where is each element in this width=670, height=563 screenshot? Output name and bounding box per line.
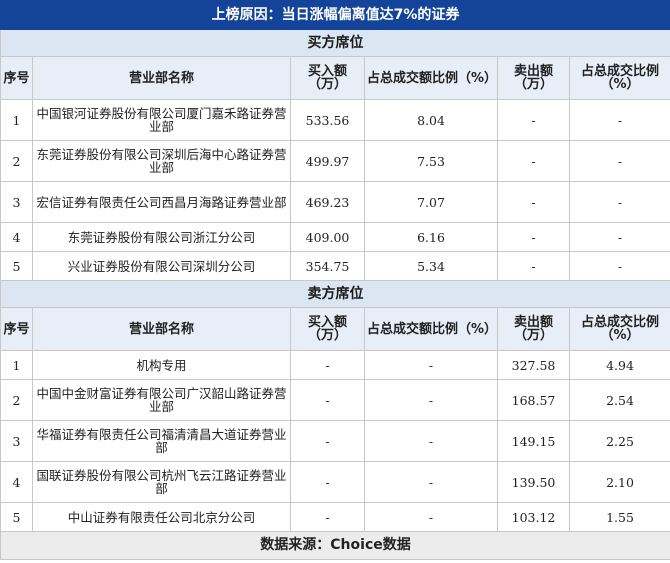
row-index: 4 — [0, 222, 33, 252]
row-index: 3 — [0, 420, 33, 462]
branch-name: 兴业证券股份有限公司深圳分公司 — [32, 251, 291, 281]
sell-amount: 103.12 — [497, 502, 570, 532]
sell-amount: 327.58 — [497, 350, 570, 380]
column-header: 营业部名称 — [32, 307, 291, 351]
buy-amount: 533.56 — [290, 99, 365, 141]
buy-ratio: - — [364, 461, 498, 503]
branch-name: 宏信证券有限责任公司西昌月海路证券营业部 — [32, 181, 291, 223]
sell-ratio: - — [568, 222, 670, 252]
sell-section-label: 卖方席位 — [0, 280, 670, 308]
buy-amount: - — [290, 379, 365, 421]
table-row: 2 东莞证券股份有限公司深圳后海中心路证券营业部 499.97 7.53- - — [0, 140, 670, 182]
buy-ratio: 6.16 — [364, 222, 498, 252]
sell-ratio: - — [568, 99, 670, 141]
sell-amount: 168.57 — [497, 379, 570, 421]
row-index: 4 — [0, 461, 33, 503]
source-footer: 数据来源：Choice数据 — [0, 531, 670, 560]
table-row: 3 华福证券有限责任公司福清清昌大道证券营业部 - -149.15 2.25 — [0, 420, 670, 462]
column-header: 卖出额（万） — [497, 56, 570, 100]
column-header: 营业部名称 — [32, 56, 291, 100]
buy-ratio: 8.04 — [364, 99, 498, 141]
table-row: 4 国联证券股份有限公司杭州飞云江路证券营业部 - -139.50 2.10 — [0, 461, 670, 503]
table-row: 5 中山证券有限责任公司北京分公司 - -103.12 1.55 — [0, 502, 670, 532]
buy-section-header: 买方席位 — [0, 29, 670, 57]
buy-ratio: 7.53 — [364, 140, 498, 182]
sell-amount: - — [497, 140, 570, 182]
buy-ratio: 5.34 — [364, 251, 498, 281]
column-header: 占总成交额比例（%） — [364, 56, 498, 100]
buy-amount: - — [290, 461, 365, 503]
buy-ratio: - — [364, 502, 498, 532]
sell-amount: 149.15 — [497, 420, 570, 462]
buy-ratio: 7.07 — [364, 181, 498, 223]
buy-amount: 469.23 — [290, 181, 365, 223]
sell-amount: - — [497, 222, 570, 252]
branch-name: 中山证券有限责任公司北京分公司 — [32, 502, 291, 532]
column-header: 序号 — [0, 307, 33, 351]
table-row: 1 机构专用 - -327.58 4.94 — [0, 350, 670, 380]
buy-amount: 354.75 — [290, 251, 365, 281]
buy-ratio: - — [364, 420, 498, 462]
buy-column-headers: 序号 营业部名称 买入额（万） 占总成交额比例（%） 卖出额（万） 占总成交比例（%） — [0, 56, 670, 100]
row-index: 2 — [0, 379, 33, 421]
data-source-note: 数据来源：Choice数据 — [0, 531, 670, 560]
column-header: 占总成交比例（%） — [568, 307, 670, 351]
branch-name: 机构专用 — [32, 350, 291, 380]
column-header: 序号 — [0, 56, 33, 100]
buy-amount: - — [290, 420, 365, 462]
row-index: 5 — [0, 502, 33, 532]
table-title: 上榜原因：当日涨幅偏离值达7%的证券 — [0, 0, 670, 30]
column-header: 买入额（万） — [290, 307, 365, 351]
sell-ratio: - — [568, 251, 670, 281]
sell-ratio: 2.10 — [568, 461, 670, 503]
sell-ratio: - — [568, 181, 670, 223]
sell-ratio: - — [568, 140, 670, 182]
sell-ratio: 2.54 — [568, 379, 670, 421]
row-index: 1 — [0, 99, 33, 141]
table-row: 3 宏信证券有限责任公司西昌月海路证券营业部 469.23 7.07- - — [0, 181, 670, 223]
table-row: 1 中国银河证券股份有限公司厦门嘉禾路证券营业部 533.56 8.04- - — [0, 99, 670, 141]
sell-column-headers: 序号 营业部名称 买入额（万） 占总成交额比例（%） 卖出额（万） 占总成交比例（%） — [0, 307, 670, 351]
row-index: 1 — [0, 350, 33, 380]
column-header: 占总成交比例（%） — [568, 56, 670, 100]
branch-name: 国联证券股份有限公司杭州飞云江路证券营业部 — [32, 461, 291, 503]
column-header: 占总成交额比例（%） — [364, 307, 498, 351]
table-row: 5 兴业证券股份有限公司深圳分公司 354.75 5.34- - — [0, 251, 670, 281]
row-index: 2 — [0, 140, 33, 182]
buy-amount: 409.00 — [290, 222, 365, 252]
sell-amount: - — [497, 251, 570, 281]
sell-section-header: 卖方席位 — [0, 280, 670, 308]
sell-amount: - — [497, 181, 570, 223]
buy-amount: - — [290, 350, 365, 380]
branch-name: 东莞证券股份有限公司深圳后海中心路证券营业部 — [32, 140, 291, 182]
sell-amount: 139.50 — [497, 461, 570, 503]
row-index: 3 — [0, 181, 33, 223]
buy-amount: - — [290, 502, 365, 532]
buy-ratio: - — [364, 350, 498, 380]
buy-amount: 499.97 — [290, 140, 365, 182]
buy-section-label: 买方席位 — [0, 29, 670, 57]
dragon-tiger-table: 上榜原因：当日涨幅偏离值达7%的证券 买方席位 序号 营业部名称 买入额（万） 占总成交… — [0, 0, 670, 560]
row-index: 5 — [0, 251, 33, 281]
branch-name: 东莞证券股份有限公司浙江分公司 — [32, 222, 291, 252]
buy-ratio: - — [364, 379, 498, 421]
branch-name: 中国中金财富证券有限公司广汉韶山路证券营业部 — [32, 379, 291, 421]
table-row: 2 中国中金财富证券有限公司广汉韶山路证券营业部 - -168.57 2.54 — [0, 379, 670, 421]
sell-ratio: 2.25 — [568, 420, 670, 462]
sell-amount: - — [497, 99, 570, 141]
sell-ratio: 1.55 — [568, 502, 670, 532]
column-header: 卖出额（万） — [497, 307, 570, 351]
table-row: 4 东莞证券股份有限公司浙江分公司 409.00 6.16- - — [0, 222, 670, 252]
branch-name: 华福证券有限责任公司福清清昌大道证券营业部 — [32, 420, 291, 462]
branch-name: 中国银河证券股份有限公司厦门嘉禾路证券营业部 — [32, 99, 291, 141]
sell-ratio: 4.94 — [568, 350, 670, 380]
column-header: 买入额（万） — [290, 56, 365, 100]
